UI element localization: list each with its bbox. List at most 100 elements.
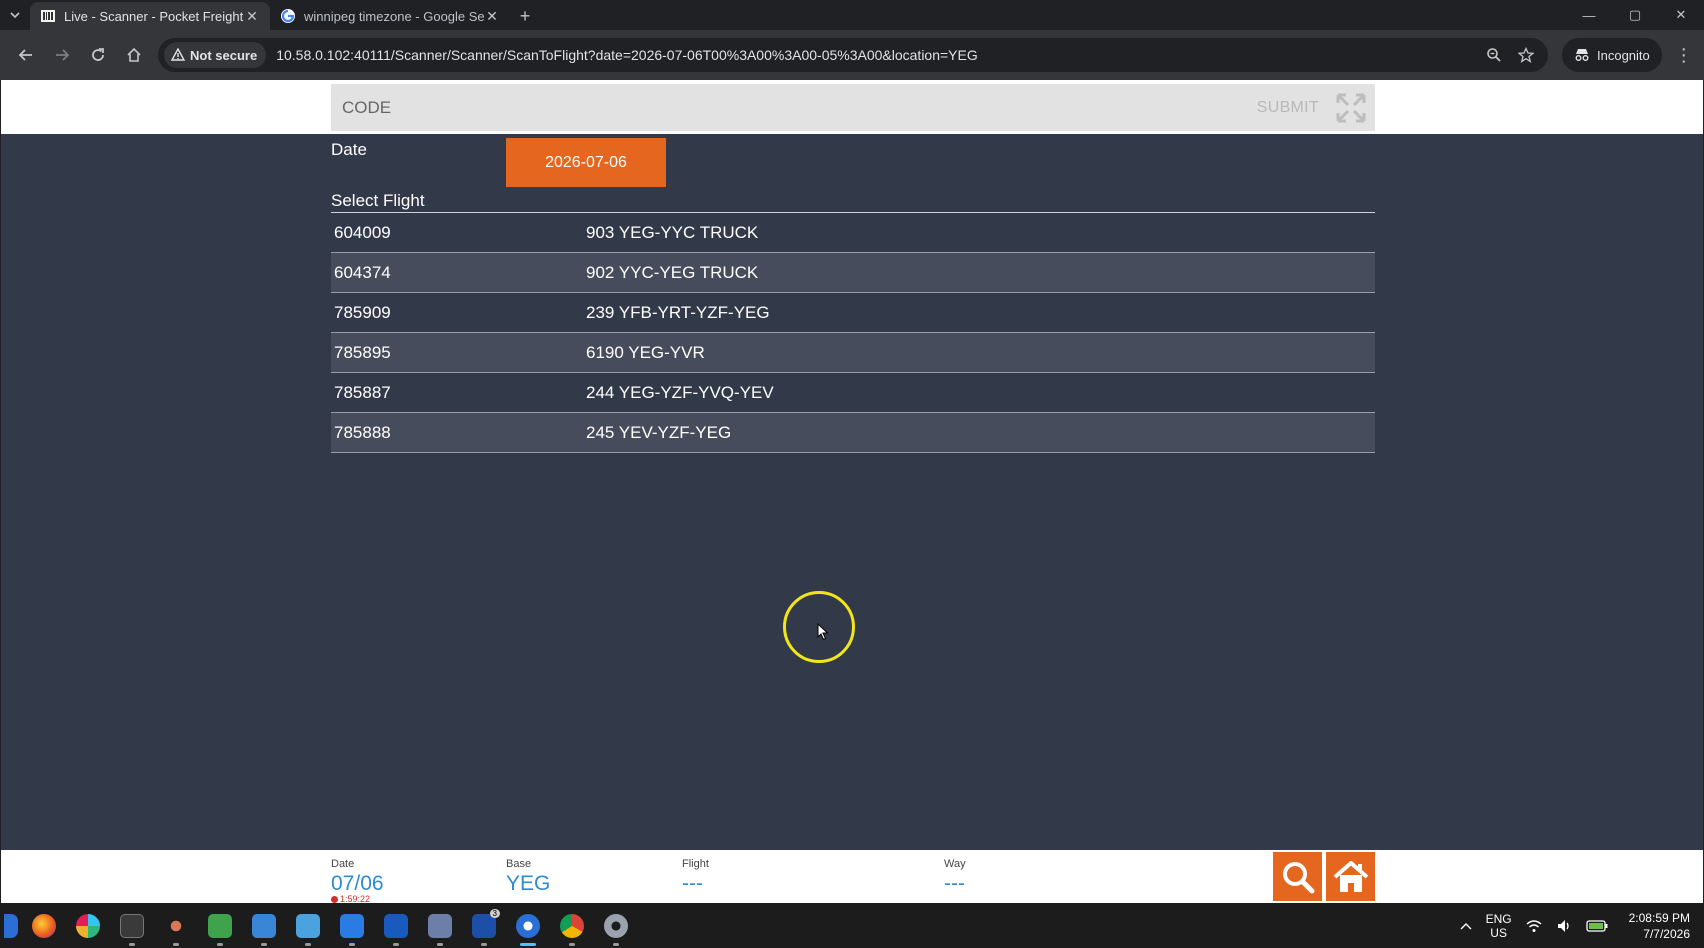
code-input[interactable] bbox=[331, 84, 1257, 131]
maximize-icon[interactable]: ▢ bbox=[1612, 0, 1658, 30]
flight-id: 785888 bbox=[334, 422, 391, 442]
footer-date: Date 07/06 1:59:22 bbox=[331, 858, 384, 904]
flight-row[interactable]: 785895 6190 YEG-YVR bbox=[331, 333, 1375, 373]
taskbar-editor-icon[interactable] bbox=[198, 903, 242, 948]
flight-name: 6190 YEG-YVR bbox=[586, 342, 705, 362]
battery-icon[interactable] bbox=[1585, 919, 1608, 932]
close-window-icon[interactable]: ✕ bbox=[1658, 0, 1704, 30]
url-text[interactable]: 10.58.0.102:40111/Scanner/Scanner/ScanTo… bbox=[276, 47, 1478, 63]
volume-icon[interactable] bbox=[1556, 919, 1572, 933]
flight-row[interactable]: 785909 239 YFB-YRT-YZF-YEG bbox=[331, 293, 1375, 333]
flight-list: 604009 903 YEG-YYC TRUCK 604374 902 YYC-YE… bbox=[331, 212, 1375, 453]
flight-row[interactable]: 785888 245 YEV-YZF-YEG bbox=[331, 413, 1375, 453]
taskbar-vpn-icon[interactable]: 3 bbox=[462, 903, 506, 948]
window-controls: — ▢ ✕ bbox=[1566, 0, 1704, 30]
footer-way-value: --- bbox=[944, 872, 965, 895]
flight-name: 245 YEV-YZF-YEG bbox=[586, 422, 732, 442]
tray-overflow-chevron-icon[interactable] bbox=[1460, 922, 1472, 930]
security-chip[interactable]: Not secure bbox=[164, 42, 267, 68]
date-label: Date bbox=[331, 140, 367, 159]
taskbar-remote-desktop-icon[interactable] bbox=[286, 903, 330, 948]
taskbar-report-icon[interactable] bbox=[418, 903, 462, 948]
taskbar-chrome-icon[interactable] bbox=[550, 903, 594, 948]
taskbar-app-icon[interactable] bbox=[0, 903, 22, 948]
taskbar-claude-icon[interactable] bbox=[154, 903, 198, 948]
taskbar-slack-icon[interactable] bbox=[66, 903, 110, 948]
arrow-left-icon bbox=[18, 49, 32, 61]
google-favicon-icon bbox=[280, 8, 296, 24]
home-button[interactable] bbox=[116, 37, 152, 73]
incognito-icon bbox=[1575, 49, 1589, 61]
flight-id: 785887 bbox=[334, 382, 391, 402]
taskbar-clock[interactable]: 2:08:59 PM 7/7/2026 bbox=[1629, 910, 1690, 942]
bookmark-star-icon[interactable] bbox=[1510, 40, 1542, 70]
reload-button[interactable] bbox=[80, 37, 116, 73]
expand-icon[interactable] bbox=[1333, 90, 1369, 126]
taskbar-notepad-icon[interactable] bbox=[242, 903, 286, 948]
home-icon bbox=[1333, 860, 1368, 892]
minimize-icon[interactable]: — bbox=[1566, 0, 1612, 30]
address-bar[interactable]: Not secure 10.58.0.102:40111/Scanner/Sca… bbox=[158, 38, 1548, 72]
footer-base-label: Base bbox=[506, 858, 532, 870]
incognito-label: Incognito bbox=[1597, 47, 1650, 63]
flight-id: 785909 bbox=[334, 302, 391, 322]
date-picker-button[interactable]: 2026-07-06 bbox=[506, 138, 666, 187]
windows-taskbar: 3 ENG US 2:08:59 PM 7/7/2026 bbox=[0, 903, 1704, 948]
flight-row[interactable]: 604009 903 YEG-YYC TRUCK bbox=[331, 213, 1375, 253]
flight-id: 604374 bbox=[334, 262, 391, 282]
flight-name: 903 YEG-YYC TRUCK bbox=[586, 222, 759, 242]
security-label: Not secure bbox=[190, 47, 258, 63]
lang-top: ENG bbox=[1485, 911, 1512, 926]
zoom-icon[interactable] bbox=[1478, 40, 1510, 70]
back-button[interactable] bbox=[8, 37, 44, 73]
browser-tab-bar: Live - Scanner - Pocket Freight ✕ winnip… bbox=[0, 0, 1704, 30]
flight-row[interactable]: 604374 902 YYC-YEG TRUCK bbox=[331, 253, 1375, 293]
taskbar-settings-icon[interactable] bbox=[594, 903, 638, 948]
mouse-cursor-icon bbox=[817, 623, 829, 641]
warning-icon bbox=[171, 48, 185, 61]
reload-icon bbox=[92, 48, 104, 61]
language-indicator[interactable]: ENG US bbox=[1486, 912, 1512, 940]
flight-id: 785895 bbox=[334, 342, 391, 362]
submit-button[interactable]: SUBMIT bbox=[1257, 99, 1319, 117]
footer-flight-value: --- bbox=[682, 872, 703, 895]
flight-name: 902 YYC-YEG TRUCK bbox=[586, 262, 759, 282]
scan-bar: SUBMIT bbox=[1, 80, 1703, 134]
notification-badge: 3 bbox=[489, 909, 500, 918]
footer-date-value: 07/06 bbox=[331, 872, 384, 895]
pocket-freight-favicon-icon bbox=[40, 8, 56, 24]
status-bar: Date 07/06 1:59:22 Base YEG Flight --- W… bbox=[1, 850, 1703, 904]
forward-button[interactable] bbox=[44, 37, 80, 73]
home-page-button[interactable] bbox=[1326, 852, 1375, 901]
footer-base: Base YEG bbox=[506, 858, 550, 896]
browser-menu-icon[interactable]: ⋮ bbox=[1672, 40, 1696, 70]
tab-title: winnipeg timezone - Google Se bbox=[304, 8, 484, 24]
tab-google-search[interactable]: winnipeg timezone - Google Se ✕ bbox=[270, 2, 510, 30]
tab-scanner[interactable]: Live - Scanner - Pocket Freight ✕ bbox=[30, 2, 270, 30]
tab-title: Live - Scanner - Pocket Freight bbox=[64, 8, 244, 24]
footer-flight-label: Flight bbox=[682, 858, 709, 870]
browser-toolbar: Not secure 10.58.0.102:40111/Scanner/Sca… bbox=[0, 30, 1704, 80]
flight-name: 244 YEG-YZF-YVQ-YEV bbox=[586, 382, 774, 402]
taskbar-word-icon[interactable] bbox=[374, 903, 418, 948]
search-icon bbox=[1282, 861, 1314, 893]
new-tab-button[interactable]: + bbox=[510, 2, 540, 30]
wifi-icon[interactable] bbox=[1526, 919, 1542, 933]
close-tab-icon[interactable]: ✕ bbox=[244, 8, 260, 25]
scanner-page: SUBMIT Date 2026-07-06 Select Flight 604… bbox=[1, 80, 1703, 904]
taskbar-paint-icon[interactable] bbox=[330, 903, 374, 948]
taskbar-scanner-icon[interactable] bbox=[506, 903, 550, 948]
arrow-right-icon bbox=[56, 49, 70, 61]
close-tab-icon[interactable]: ✕ bbox=[484, 8, 500, 25]
tab-search-button[interactable] bbox=[0, 0, 30, 30]
footer-base-value: YEG bbox=[506, 872, 551, 895]
clock-date: 7/7/2026 bbox=[1643, 926, 1690, 941]
footer-flight: Flight --- bbox=[682, 858, 709, 896]
footer-way: Way --- bbox=[944, 858, 966, 896]
flight-row[interactable]: 785887 244 YEG-YZF-YVQ-YEV bbox=[331, 373, 1375, 413]
taskbar-terminal-icon[interactable] bbox=[110, 903, 154, 948]
taskbar-firefox-icon[interactable] bbox=[22, 903, 66, 948]
search-button[interactable] bbox=[1273, 852, 1322, 901]
incognito-profile-button[interactable]: Incognito bbox=[1562, 38, 1662, 72]
clock-icon bbox=[331, 895, 338, 903]
